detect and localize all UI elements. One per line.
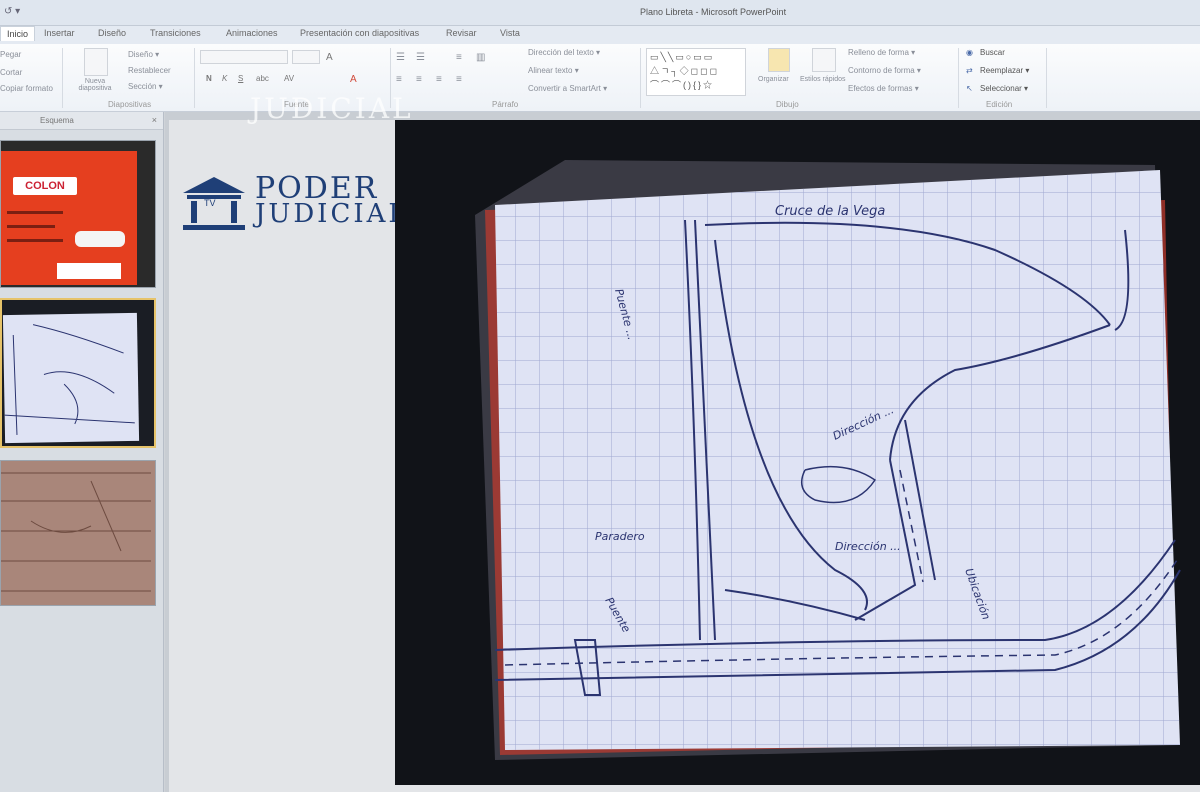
layout-button[interactable]: Diseño ▾ bbox=[128, 50, 159, 59]
slides-panel: Esquema × COLON bbox=[0, 112, 164, 792]
font-color-icon[interactable]: A bbox=[350, 74, 357, 85]
tab-view[interactable]: Vista bbox=[500, 28, 520, 38]
grow-font-icon[interactable]: A bbox=[326, 52, 333, 63]
numbering-icon[interactable]: ☰ bbox=[416, 52, 425, 63]
thumbnail-brand-label: COLON bbox=[13, 177, 77, 195]
new-slide-button[interactable]: Nueva diapositiva bbox=[70, 78, 120, 92]
watermark-text: JUDICIAL bbox=[250, 92, 414, 125]
tab-animations[interactable]: Animaciones bbox=[226, 28, 278, 38]
ribbon-separator bbox=[1046, 48, 1047, 108]
ribbon-separator bbox=[194, 48, 195, 108]
align-text-button[interactable]: Alinear texto ▾ bbox=[528, 66, 579, 75]
columns-icon[interactable]: ▥ bbox=[476, 52, 485, 63]
replace-button[interactable]: Reemplazar ▾ bbox=[980, 66, 1029, 75]
group-paragraph-label: Párrafo bbox=[492, 100, 519, 109]
arrange-button[interactable]: Organizar bbox=[758, 76, 789, 83]
logo-text-line2: JUDICIAL bbox=[255, 199, 409, 229]
label-paradero: Paradero bbox=[595, 530, 645, 543]
tab-insert[interactable]: Insertar bbox=[44, 28, 75, 38]
thumbnail-line bbox=[7, 225, 55, 228]
format-painter-button[interactable]: Copiar formato bbox=[0, 84, 53, 93]
tab-design[interactable]: Diseño bbox=[98, 28, 126, 38]
reset-button[interactable]: Restablecer bbox=[128, 66, 171, 75]
char-spacing-icon[interactable]: AV bbox=[284, 74, 294, 83]
shape-effects-button[interactable]: Efectos de formas ▾ bbox=[848, 84, 919, 93]
label-cruce: Cruce de la Vega bbox=[775, 204, 885, 219]
quick-access-toolbar[interactable]: ↺ ▾ bbox=[4, 6, 20, 17]
align-left-icon[interactable]: ≡ bbox=[396, 74, 402, 85]
thumbnail-sketch-image bbox=[2, 312, 140, 444]
thumbnail-window bbox=[75, 231, 125, 247]
tab-transitions[interactable]: Transiciones bbox=[150, 28, 201, 38]
slide-thumbnail-3[interactable] bbox=[0, 460, 156, 606]
smartart-button[interactable]: Convertir a SmartArt ▾ bbox=[528, 84, 607, 93]
close-icon[interactable]: × bbox=[152, 115, 157, 125]
thumbnail-sketch-lines bbox=[4, 324, 135, 435]
strikethrough-icon[interactable]: abc bbox=[256, 74, 269, 83]
outline-tab[interactable]: Esquema bbox=[40, 116, 74, 125]
text-direction-button[interactable]: Dirección del texto ▾ bbox=[528, 48, 600, 57]
tab-review[interactable]: Revisar bbox=[446, 28, 477, 38]
replace-icon[interactable]: ⇄ bbox=[966, 66, 973, 75]
slide-thumbnail-1[interactable]: COLON bbox=[0, 140, 156, 288]
select-icon[interactable]: ↖ bbox=[966, 84, 973, 93]
find-icon[interactable]: ◉ bbox=[966, 48, 973, 57]
paste-button[interactable]: Pegar bbox=[0, 50, 21, 59]
ribbon-separator bbox=[958, 48, 959, 108]
tab-home[interactable]: Inicio bbox=[0, 26, 36, 41]
underline-icon[interactable]: S bbox=[238, 74, 243, 83]
align-center-icon[interactable]: ≡ bbox=[416, 74, 422, 85]
new-slide-icon[interactable] bbox=[84, 48, 108, 76]
sketch-map-photo[interactable]: Cruce de la Vega Dirección ... Puente ..… bbox=[395, 120, 1200, 785]
ribbon: Pegar Cortar Copiar formato Nueva diapos… bbox=[0, 44, 1200, 112]
arrange-icon[interactable] bbox=[768, 48, 790, 72]
thumbnail-line bbox=[7, 239, 63, 242]
cut-button[interactable]: Cortar bbox=[0, 68, 22, 77]
font-size-dropdown[interactable] bbox=[292, 50, 320, 64]
shape-fill-button[interactable]: Relleno de forma ▾ bbox=[848, 48, 915, 57]
line-spacing-icon[interactable]: ≡ bbox=[456, 52, 462, 63]
section-button[interactable]: Sección ▾ bbox=[128, 82, 163, 91]
group-slides-label: Diapositivas bbox=[108, 100, 152, 109]
ribbon-separator bbox=[62, 48, 63, 108]
bold-icon[interactable]: N bbox=[206, 74, 212, 83]
group-drawing-label: Dibujo bbox=[776, 100, 799, 109]
shape-outline-button[interactable]: Contorno de forma ▾ bbox=[848, 66, 921, 75]
thumbnail-line bbox=[7, 211, 63, 214]
label-direccion-2: Dirección ... bbox=[835, 540, 901, 553]
select-button[interactable]: Seleccionar ▾ bbox=[980, 84, 1028, 93]
panel-header: Esquema × bbox=[0, 112, 163, 130]
sketch-map-drawing: Cruce de la Vega Dirección ... Puente ..… bbox=[475, 160, 1181, 760]
align-right-icon[interactable]: ≡ bbox=[436, 74, 442, 85]
shapes-gallery[interactable]: ▭╲╲▭○▭▭ △ㄱ┐◇◻◻◻ ⌒⌒⌒(){}☆ bbox=[646, 48, 746, 96]
slide-thumbnail-2[interactable] bbox=[0, 298, 156, 448]
font-family-dropdown[interactable] bbox=[200, 50, 288, 64]
thumbnail-tag bbox=[57, 263, 121, 279]
find-button[interactable]: Buscar bbox=[980, 48, 1005, 57]
thumbnail-document-lines bbox=[1, 472, 151, 592]
title-bar: ↺ ▾ Plano Libreta - Microsoft PowerPoint bbox=[0, 0, 1200, 26]
italic-icon[interactable]: K bbox=[222, 74, 227, 83]
ribbon-separator bbox=[640, 48, 641, 108]
quick-styles-button[interactable]: Estilos rápidos bbox=[800, 76, 846, 83]
thumbnail-image: COLON bbox=[1, 151, 137, 285]
window-title: Plano Libreta - Microsoft PowerPoint bbox=[640, 7, 787, 17]
quick-styles-icon[interactable] bbox=[812, 48, 836, 72]
tab-slideshow[interactable]: Presentación con diapositivas bbox=[300, 28, 419, 38]
logo-emblem-text: TV bbox=[204, 198, 216, 208]
ribbon-tabs: Inicio Insertar Diseño Transiciones Anim… bbox=[0, 26, 1200, 44]
group-editing-label: Edición bbox=[986, 100, 1013, 109]
justify-icon[interactable]: ≡ bbox=[456, 74, 462, 85]
bullets-icon[interactable]: ☰ bbox=[396, 52, 405, 63]
